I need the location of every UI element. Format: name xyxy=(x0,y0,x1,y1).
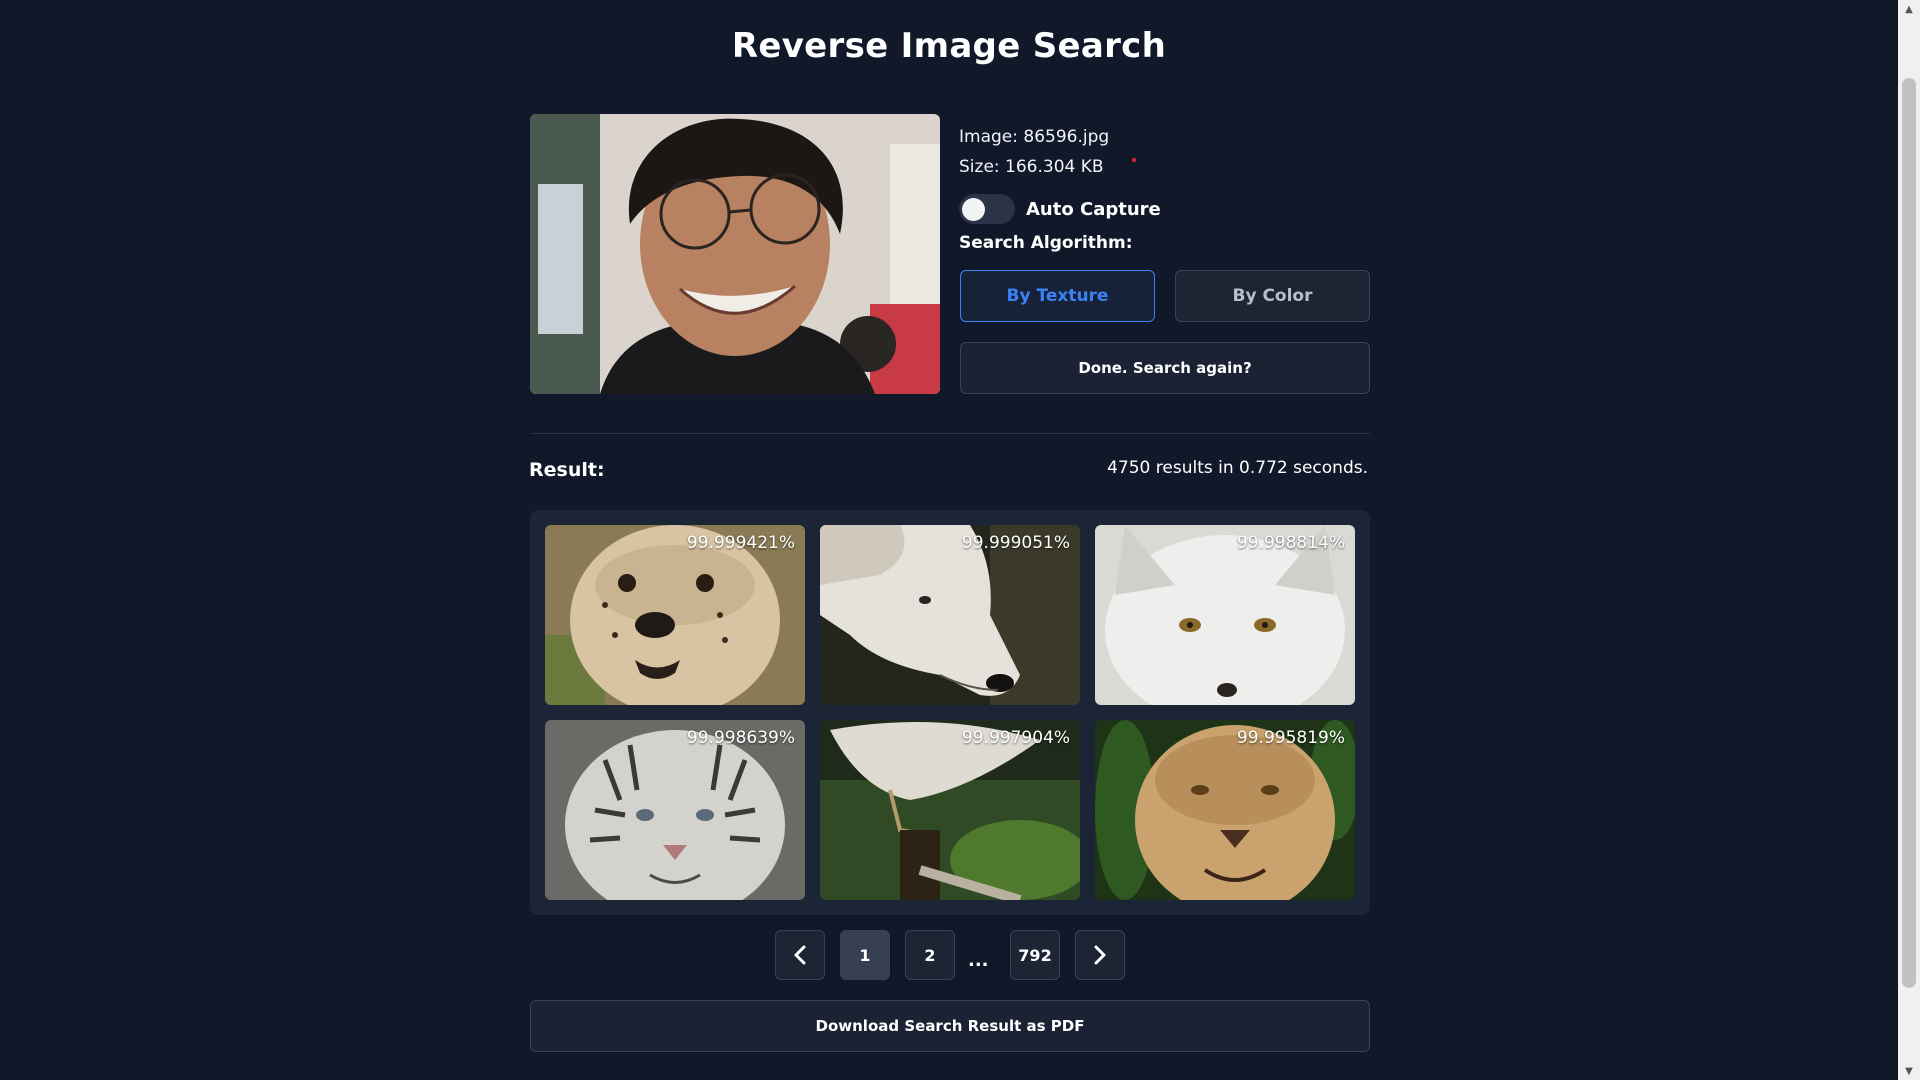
scroll-up-arrow-icon[interactable]: ▲ xyxy=(1898,0,1920,18)
result-summary: 4750 results in 0.772 seconds. xyxy=(1107,458,1368,478)
page-scrollbar[interactable]: ▲ ▼ xyxy=(1898,0,1920,1080)
toggle-knob xyxy=(962,198,985,221)
page-button-1[interactable]: 1 xyxy=(840,930,890,980)
results-grid: 99.999421% 99.999051% 99.998814% 99.9986… xyxy=(530,510,1370,915)
chevron-left-icon xyxy=(794,945,806,965)
page-button-2[interactable]: 2 xyxy=(905,930,955,980)
similarity-score: 99.999421% xyxy=(686,533,795,553)
similarity-score: 99.995819% xyxy=(1236,728,1345,748)
auto-capture-label: Auto Capture xyxy=(1026,198,1161,220)
download-pdf-button[interactable]: Download Search Result as PDF xyxy=(530,1000,1370,1052)
page-button-last[interactable]: 792 xyxy=(1010,930,1060,980)
query-image xyxy=(530,114,940,394)
search-algorithm-label: Search Algorithm: xyxy=(959,233,1133,253)
result-card[interactable]: 99.998639% xyxy=(545,720,805,900)
pagination-ellipsis: ... xyxy=(968,950,989,971)
by-texture-button[interactable]: By Texture xyxy=(960,270,1155,322)
result-card[interactable]: 99.997904% xyxy=(820,720,1080,900)
similarity-score: 99.998814% xyxy=(1236,533,1345,553)
similarity-score: 99.998639% xyxy=(686,728,795,748)
image-filename: Image: 86596.jpg xyxy=(959,127,1110,147)
reverse-image-search-page: Reverse Image Search Image: 86596.jpg Si… xyxy=(0,0,1920,1080)
auto-capture-toggle[interactable] xyxy=(959,194,1015,224)
similarity-score: 99.997904% xyxy=(961,728,1070,748)
chevron-right-icon xyxy=(1094,945,1106,965)
scrollbar-thumb[interactable] xyxy=(1902,78,1916,988)
auto-capture-row: Auto Capture xyxy=(959,194,1161,224)
search-again-button[interactable]: Done. Search again? xyxy=(960,342,1370,394)
result-card[interactable]: 99.999051% xyxy=(820,525,1080,705)
previous-page-button[interactable] xyxy=(775,930,825,980)
image-filesize: Size: 166.304 KB xyxy=(959,157,1104,177)
section-divider xyxy=(530,433,1370,434)
status-dot xyxy=(1132,158,1136,162)
result-card[interactable]: 99.999421% xyxy=(545,525,805,705)
result-heading: Result: xyxy=(529,459,605,481)
next-page-button[interactable] xyxy=(1075,930,1125,980)
by-color-button[interactable]: By Color xyxy=(1175,270,1370,322)
result-card[interactable]: 99.998814% xyxy=(1095,525,1355,705)
page-title: Reverse Image Search xyxy=(731,26,1167,66)
scroll-down-arrow-icon[interactable]: ▼ xyxy=(1898,1062,1920,1080)
similarity-score: 99.999051% xyxy=(961,533,1070,553)
result-card[interactable]: 99.995819% xyxy=(1095,720,1355,900)
